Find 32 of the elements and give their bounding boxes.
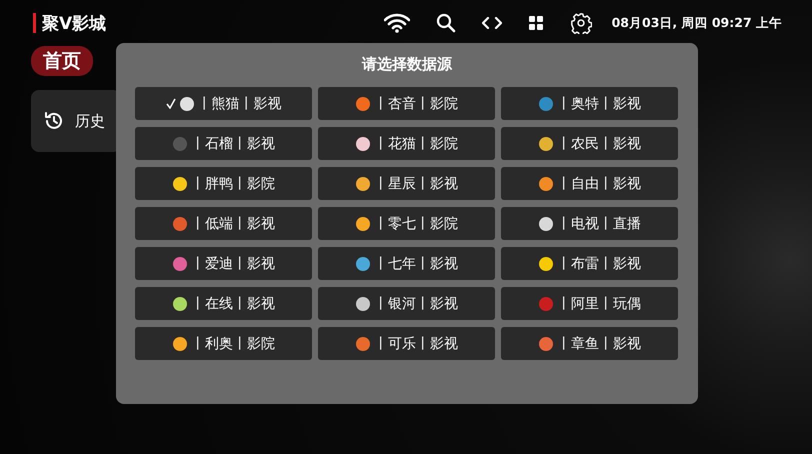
source-option[interactable]: 丨石榴丨影视 <box>135 127 312 160</box>
date-time: 08月03日, 周四 09:27 上午 <box>612 14 782 32</box>
source-option[interactable]: 丨章鱼丨影视 <box>501 327 678 360</box>
source-option[interactable]: 丨布雷丨影视 <box>501 247 678 280</box>
source-option[interactable]: 丨在线丨影视 <box>135 287 312 320</box>
source-option[interactable]: 丨爱迪丨影视 <box>135 247 312 280</box>
history-icon <box>43 110 65 132</box>
source-option[interactable]: 丨农民丨影视 <box>501 127 678 160</box>
search-icon[interactable] <box>436 13 456 33</box>
source-option[interactable]: 丨七年丨影视 <box>318 247 495 280</box>
dialog-title: 请选择数据源 <box>362 55 452 74</box>
source-option[interactable]: 丨自由丨影视 <box>501 167 678 200</box>
check-icon <box>166 98 176 109</box>
source-option[interactable]: 丨星辰丨影视 <box>318 167 495 200</box>
source-option[interactable]: 丨阿里丨玩偶 <box>501 287 678 320</box>
app-title: 聚V影城 <box>42 12 106 34</box>
source-option[interactable]: 丨可乐丨影视 <box>318 327 495 360</box>
source-option[interactable]: 丨银河丨影视 <box>318 287 495 320</box>
source-option[interactable]: 丨低端丨影视 <box>135 207 312 240</box>
wifi-icon[interactable] <box>384 13 410 33</box>
source-option[interactable]: 丨电视丨直播 <box>501 207 678 240</box>
source-option[interactable]: 丨奥特丨影视 <box>501 87 678 120</box>
source-option[interactable]: 丨熊猫丨影视 <box>135 87 312 120</box>
settings-icon[interactable] <box>570 12 592 34</box>
source-option[interactable]: 丨零七丨影院 <box>318 207 495 240</box>
source-option[interactable]: 丨杏音丨影院 <box>318 87 495 120</box>
source-option[interactable]: 丨花猫丨影院 <box>318 127 495 160</box>
grid-icon[interactable] <box>528 15 544 31</box>
source-option[interactable]: 丨胖鸭丨影院 <box>135 167 312 200</box>
home-tab[interactable]: 首页 <box>31 46 93 76</box>
source-option[interactable]: 丨利奥丨影院 <box>135 327 312 360</box>
code-icon[interactable] <box>482 17 502 29</box>
